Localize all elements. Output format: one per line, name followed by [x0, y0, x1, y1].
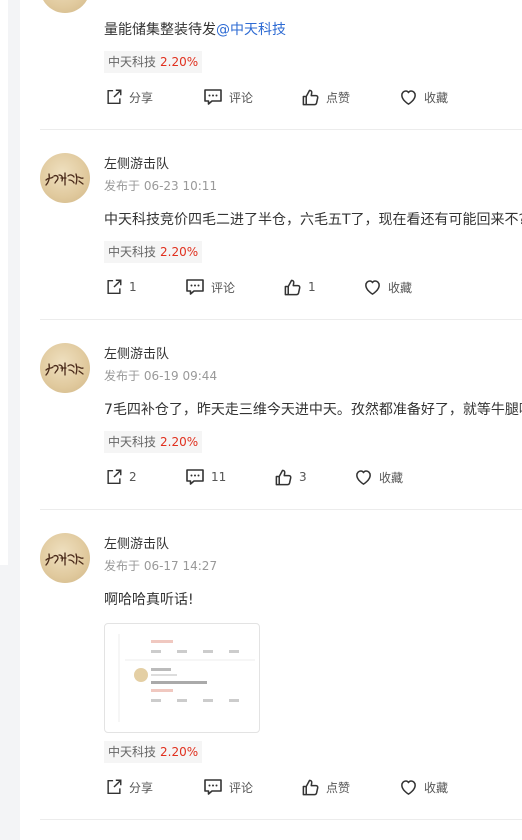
post-item: 左侧游击队 发布于 06-19 09:44 7毛四补仓了，昨天走三维今天进中天。… — [40, 343, 522, 493]
side-panel-edge — [0, 0, 8, 565]
collect-label: 收藏 — [424, 90, 449, 105]
like-icon — [301, 88, 320, 107]
stock-tag-name: 中天科技 — [108, 55, 157, 69]
like-icon — [274, 468, 293, 487]
collect-label: 收藏 — [388, 280, 413, 295]
collect-icon — [354, 468, 373, 487]
like-label: 点赞 — [326, 780, 351, 795]
avatar[interactable] — [40, 0, 90, 13]
stock-tag-change: 2.20% — [160, 55, 199, 69]
comment-button[interactable]: 评论 — [185, 275, 235, 299]
post-author[interactable]: 左侧游击队 — [104, 153, 169, 172]
comment-button[interactable]: 评论 — [203, 775, 253, 799]
like-button[interactable]: 3 — [274, 465, 307, 489]
stock-tag[interactable]: 中天科技 2.20% — [104, 741, 203, 763]
post-time: 发布于 06-19 09:44 — [104, 369, 218, 383]
stock-tag[interactable]: 中天科技 2.20% — [104, 241, 203, 263]
share-button[interactable]: 分享 — [105, 85, 153, 109]
stock-tag-change: 2.20% — [160, 435, 199, 449]
like-icon — [301, 778, 320, 797]
share-label: 分享 — [129, 780, 154, 795]
comment-label: 评论 — [229, 90, 254, 105]
comment-icon — [203, 87, 223, 107]
comment-button[interactable]: 11 — [185, 465, 226, 489]
stock-tag-name: 中天科技 — [108, 435, 157, 449]
screenshot-preview-image — [118, 634, 255, 722]
post-author[interactable]: 左侧游击队 — [104, 533, 169, 552]
like-label: 点赞 — [326, 90, 351, 105]
collect-icon — [363, 278, 382, 297]
post-feed: 量能储集整装待发@中天科技 中天科技 2.20% 分享 评论 点赞 收藏 左侧游击… — [20, 0, 522, 840]
collect-label: 收藏 — [424, 780, 449, 795]
post-text: 量能储集整装待发 — [104, 22, 216, 38]
comment-icon — [185, 467, 205, 487]
stock-tag[interactable]: 中天科技 2.20% — [104, 431, 203, 453]
collect-button[interactable]: 收藏 — [363, 275, 412, 299]
post-content: 7毛四补仓了，昨天走三维今天进中天。孜然都准备好了，就等牛腿哦 — [104, 402, 522, 418]
stock-tag-name: 中天科技 — [108, 245, 157, 259]
comment-label: 评论 — [211, 280, 236, 295]
post-author[interactable]: 左侧游击队 — [104, 343, 169, 362]
share-button[interactable]: 2 — [105, 465, 137, 489]
comment-label: 评论 — [229, 780, 254, 795]
post-content: 中天科技竞价四毛二进了半仓，六毛五T了，现在看还有可能回来不? — [104, 212, 522, 228]
stock-mention-link[interactable]: @中天科技 — [216, 22, 286, 38]
stock-tag-change: 2.20% — [160, 245, 199, 259]
stock-tag-name: 中天科技 — [108, 745, 157, 759]
stock-tag[interactable]: 中天科技 2.20% — [104, 51, 203, 73]
post-content: 量能储集整装待发@中天科技 — [104, 19, 286, 39]
share-icon — [105, 778, 123, 796]
share-icon — [105, 88, 123, 106]
share-button[interactable]: 分享 — [105, 775, 153, 799]
post-item: 量能储集整装待发@中天科技 中天科技 2.20% 分享 评论 点赞 收藏 — [40, 0, 522, 123]
like-button[interactable]: 点赞 — [301, 775, 350, 799]
comment-count: 11 — [211, 470, 227, 484]
comment-icon — [203, 777, 223, 797]
collect-icon — [399, 778, 418, 797]
post-item: 左侧游击队 发布于 06-23 10:11 中天科技竞价四毛二进了半仓，六毛五T… — [40, 153, 522, 303]
share-icon — [105, 468, 123, 486]
like-button[interactable]: 1 — [283, 275, 316, 299]
post-content: 啊哈哈真听话! — [104, 592, 194, 608]
post-divider — [40, 819, 522, 820]
avatar[interactable] — [40, 533, 90, 583]
avatar[interactable] — [40, 153, 90, 203]
like-count: 1 — [308, 280, 316, 294]
avatar[interactable] — [40, 343, 90, 393]
like-icon — [283, 278, 302, 297]
post-divider — [40, 319, 522, 320]
collect-button[interactable]: 收藏 — [399, 85, 448, 109]
post-time: 发布于 06-23 10:11 — [104, 179, 218, 193]
like-count: 3 — [299, 470, 307, 484]
stock-tag-change: 2.20% — [160, 745, 199, 759]
post-divider — [40, 129, 522, 130]
post-image-thumbnail[interactable] — [104, 623, 260, 733]
post-time: 发布于 06-17 14:27 — [104, 559, 218, 573]
post-divider — [40, 509, 522, 510]
share-count: 2 — [129, 470, 137, 484]
collect-button[interactable]: 收藏 — [399, 775, 448, 799]
share-button[interactable]: 1 — [105, 275, 137, 299]
like-button[interactable]: 点赞 — [301, 85, 350, 109]
collect-button[interactable]: 收藏 — [354, 465, 403, 489]
share-label: 分享 — [129, 90, 154, 105]
share-count: 1 — [129, 280, 137, 294]
comment-button[interactable]: 评论 — [203, 85, 253, 109]
collect-icon — [399, 88, 418, 107]
post-item: 左侧游击队 发布于 06-17 14:27 啊哈哈真听话! 中天科技 2.20% … — [40, 533, 522, 823]
share-icon — [105, 278, 123, 296]
collect-label: 收藏 — [379, 470, 404, 485]
comment-icon — [185, 277, 205, 297]
